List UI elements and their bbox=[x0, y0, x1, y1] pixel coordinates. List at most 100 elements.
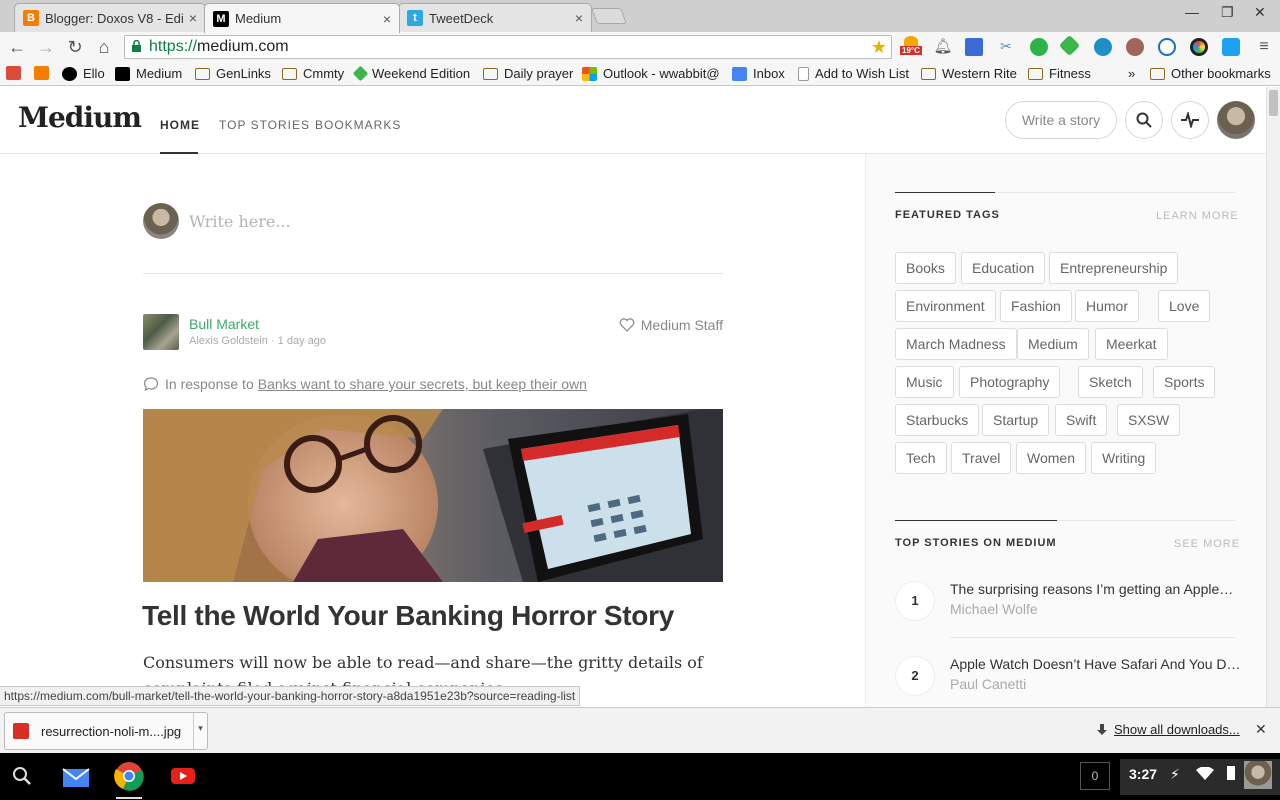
write-story-button[interactable]: Write a story bbox=[1005, 101, 1117, 139]
medium-extension-icon[interactable] bbox=[1094, 38, 1112, 56]
tag-march-madness[interactable]: March Madness bbox=[895, 328, 1017, 360]
twitter-extension-icon[interactable] bbox=[1222, 38, 1240, 56]
tab-tweetdeck[interactable]: t TweetDeck × bbox=[398, 3, 592, 32]
close-icon[interactable]: × bbox=[575, 10, 583, 26]
tag-entrepreneurship[interactable]: Entrepreneurship bbox=[1049, 252, 1179, 284]
tag-sketch[interactable]: Sketch bbox=[1078, 366, 1143, 398]
tag-medium[interactable]: Medium bbox=[1017, 328, 1089, 360]
story-title[interactable]: Apple Watch Doesn’t Have Safari And You … bbox=[950, 656, 1241, 672]
bookmark-outlook[interactable]: Outlook - wwabbit@ bbox=[582, 66, 720, 81]
tag-fashion[interactable]: Fashion bbox=[1000, 290, 1072, 322]
restore-icon[interactable]: ❐ bbox=[1221, 4, 1234, 21]
close-icon[interactable]: × bbox=[383, 11, 391, 27]
tag-music[interactable]: Music bbox=[895, 366, 954, 398]
tag-sports[interactable]: Sports bbox=[1153, 366, 1216, 398]
color-picker-icon[interactable] bbox=[1190, 38, 1208, 56]
story-title[interactable]: The surprising reasons I’m getting an Ap… bbox=[950, 581, 1233, 597]
bookmark-other-bookmarks[interactable]: Other bookmarks bbox=[1150, 66, 1271, 81]
menu-icon[interactable]: ≡ bbox=[1253, 36, 1275, 58]
tag-sxsw[interactable]: SXSW bbox=[1117, 404, 1181, 436]
reload-icon[interactable]: ↻ bbox=[64, 36, 86, 58]
bookmark-ello[interactable]: Ello bbox=[62, 66, 105, 81]
bookmarks-overflow-button[interactable]: » bbox=[1128, 66, 1135, 81]
scrollbar[interactable] bbox=[1266, 87, 1280, 707]
new-tab-button[interactable] bbox=[591, 8, 627, 24]
story-author[interactable]: Michael Wolfe bbox=[950, 601, 1038, 617]
tab-medium[interactable]: M Medium × bbox=[204, 3, 400, 33]
learn-more-link[interactable]: LEARN MORE bbox=[1156, 210, 1239, 222]
forward-icon[interactable]: → bbox=[35, 36, 57, 58]
home-icon[interactable]: ⌂ bbox=[93, 36, 115, 58]
download-item[interactable]: resurrection-noli-m....jpg ▾ bbox=[4, 712, 208, 750]
tag-travel[interactable]: Travel bbox=[951, 442, 1012, 474]
see-more-link[interactable]: SEE MORE bbox=[1174, 538, 1240, 550]
tag-swift[interactable]: Swift bbox=[1055, 404, 1108, 436]
user-avatar[interactable] bbox=[1217, 101, 1255, 139]
bookmark-weekend-edition[interactable]: Weekend Edition bbox=[352, 65, 470, 82]
story-composer[interactable]: Write here... bbox=[143, 203, 723, 274]
tag-environment[interactable]: Environment bbox=[895, 290, 996, 322]
tag-startup[interactable]: Startup bbox=[982, 404, 1050, 436]
bookmark-cmmty[interactable]: Cmmty bbox=[282, 66, 344, 81]
nav-bookmarks[interactable]: BOOKMARKS bbox=[315, 118, 401, 132]
back-icon[interactable]: ← bbox=[6, 36, 28, 58]
close-icon[interactable]: × bbox=[189, 10, 197, 26]
evernote-icon[interactable] bbox=[1030, 38, 1048, 56]
tag-women[interactable]: Women bbox=[1016, 442, 1086, 474]
bookmark-star-icon[interactable]: ★ bbox=[871, 36, 887, 58]
show-all-downloads[interactable]: Show all downloads... bbox=[1096, 722, 1240, 737]
publication-avatar[interactable] bbox=[143, 314, 179, 350]
calendar-extension-icon[interactable] bbox=[965, 38, 983, 56]
tag-love[interactable]: Love bbox=[1158, 290, 1211, 322]
search-button[interactable] bbox=[1125, 101, 1163, 139]
tag-starbucks[interactable]: Starbucks bbox=[895, 404, 980, 436]
post-title[interactable]: Tell the World Your Banking Horror Story bbox=[142, 600, 674, 632]
activity-button[interactable] bbox=[1171, 101, 1209, 139]
youtube-app-icon[interactable] bbox=[168, 761, 198, 791]
notification-count[interactable]: 0 bbox=[1080, 762, 1110, 790]
inbox-app-icon[interactable] bbox=[61, 761, 91, 791]
recommended-by[interactable]: Medium Staff bbox=[619, 317, 723, 333]
tag-writing[interactable]: Writing bbox=[1091, 442, 1157, 474]
bookmark-medium[interactable]: Medium bbox=[115, 66, 182, 81]
close-icon[interactable]: ✕ bbox=[1255, 721, 1267, 738]
tag-humor[interactable]: Humor bbox=[1075, 290, 1140, 322]
bookmark-fitness[interactable]: Fitness bbox=[1028, 66, 1091, 81]
tab-blogger[interactable]: B Blogger: Doxos V8 - Edit × bbox=[14, 3, 206, 32]
post-hero-image[interactable] bbox=[143, 409, 723, 582]
feedly-icon[interactable] bbox=[1058, 34, 1081, 57]
medium-logo[interactable]: Medium bbox=[18, 101, 142, 134]
minimize-icon[interactable]: — bbox=[1185, 4, 1199, 20]
pocket-icon[interactable] bbox=[1126, 38, 1144, 56]
hangouts-icon[interactable] bbox=[1158, 38, 1176, 56]
launcher-search-icon[interactable] bbox=[7, 761, 37, 791]
nav-top-stories[interactable]: TOP STORIES bbox=[219, 118, 310, 132]
tag-education[interactable]: Education bbox=[961, 252, 1046, 284]
window-close-icon[interactable]: ✕ bbox=[1254, 4, 1266, 21]
in-response-link[interactable]: Banks want to share your secrets, but ke… bbox=[258, 376, 587, 392]
blogger-bookmark-icon[interactable] bbox=[34, 66, 55, 80]
nav-home[interactable]: HOME bbox=[160, 118, 200, 132]
scissors-icon[interactable]: ✂ bbox=[997, 38, 1015, 56]
tag-tech[interactable]: Tech bbox=[895, 442, 947, 474]
tag-meerkat[interactable]: Meerkat bbox=[1095, 328, 1168, 360]
google-plus-icon[interactable] bbox=[6, 66, 27, 80]
nav-active-indicator bbox=[160, 152, 198, 154]
top-story-item[interactable]: 1 The surprising reasons I’m getting an … bbox=[895, 576, 1235, 651]
publication-name[interactable]: Bull Market bbox=[189, 316, 259, 332]
bell-icon[interactable]: 🔔︎ bbox=[932, 36, 954, 58]
chrome-app-icon[interactable] bbox=[114, 761, 144, 799]
bookmark-daily-prayer[interactable]: Daily prayer bbox=[483, 66, 573, 81]
tag-books[interactable]: Books bbox=[895, 252, 956, 284]
bookmark-genlinks[interactable]: GenLinks bbox=[195, 66, 271, 81]
bookmark-wish-list[interactable]: Add to Wish List bbox=[798, 66, 909, 81]
address-bar[interactable]: https://medium.com ★ bbox=[124, 35, 892, 59]
story-author[interactable]: Paul Canetti bbox=[950, 676, 1026, 692]
author-name[interactable]: Alexis Goldstein bbox=[189, 335, 268, 347]
bookmark-western-rite[interactable]: Western Rite bbox=[921, 66, 1017, 81]
weather-extension[interactable]: 19°C bbox=[900, 36, 924, 58]
bookmark-inbox[interactable]: Inbox bbox=[732, 66, 785, 81]
tag-photography[interactable]: Photography bbox=[959, 366, 1061, 398]
scrollbar-thumb[interactable] bbox=[1269, 90, 1278, 116]
download-menu-icon[interactable]: ▾ bbox=[193, 713, 207, 749]
